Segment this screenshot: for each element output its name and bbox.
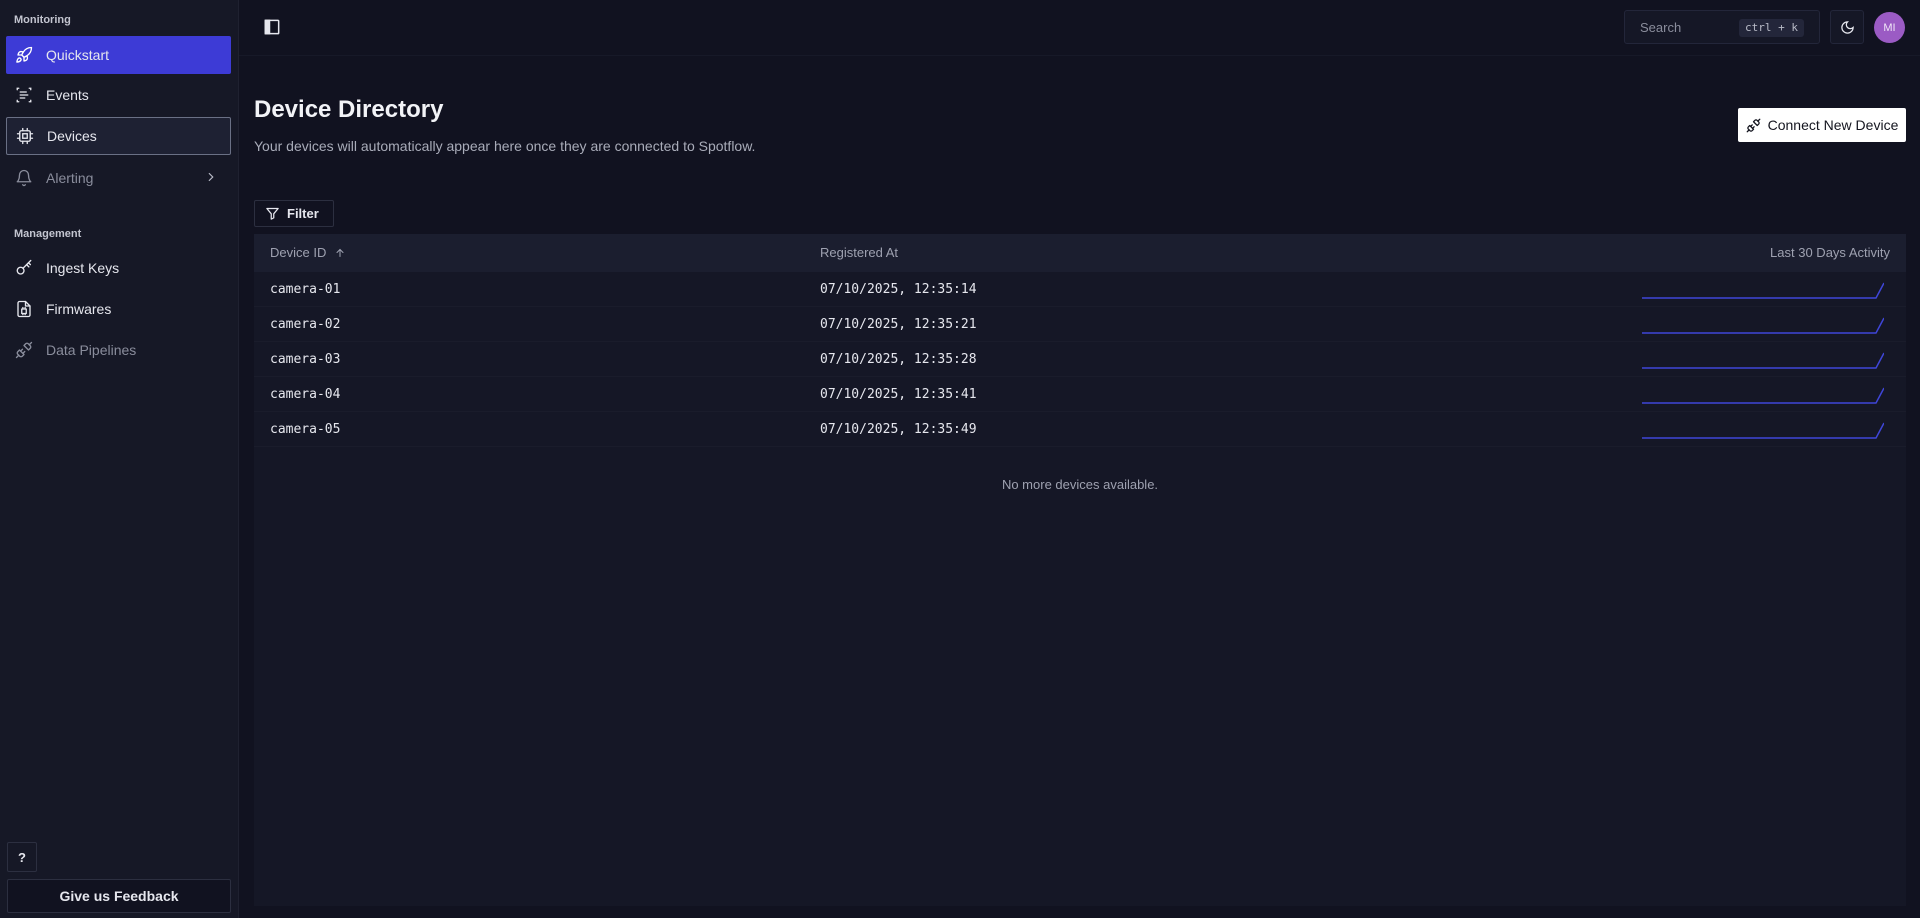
device-id-cell: camera-01	[270, 282, 341, 297]
page-title: Device Directory	[254, 96, 444, 123]
sidebar-item-alerting[interactable]: Alerting	[6, 159, 231, 197]
sidebar-item-label: Devices	[47, 128, 97, 144]
column-device-id[interactable]: Device ID	[270, 234, 346, 272]
search-shortcut: ctrl + k	[1739, 19, 1804, 37]
devices-table: Device ID Registered At Last 30 Days Act…	[254, 234, 1906, 906]
activity-sparkline	[1642, 387, 1884, 404]
sidebar-item-label: Firmwares	[46, 301, 112, 317]
sidebar-item-label: Alerting	[46, 170, 94, 186]
sidebar-item-ingest-keys[interactable]: Ingest Keys	[6, 249, 231, 287]
table-header: Device ID Registered At Last 30 Days Act…	[254, 234, 1906, 272]
avatar[interactable]: MI	[1874, 12, 1905, 43]
sidebar-toggle-icon[interactable]	[262, 17, 282, 37]
sidebar-item-data-pipelines[interactable]: Data Pipelines	[6, 331, 231, 369]
registered-at-cell: 07/10/2025, 12:35:14	[820, 282, 977, 297]
activity-sparkline	[1642, 282, 1884, 299]
help-button[interactable]: ?	[7, 842, 37, 872]
sidebar: Monitoring Quickstart Events Devices Ale…	[0, 0, 239, 918]
bell-icon	[15, 169, 33, 187]
table-row[interactable]: camera-02 07/10/2025, 12:35:21	[254, 307, 1906, 342]
table-row[interactable]: camera-04 07/10/2025, 12:35:41	[254, 377, 1906, 412]
sidebar-item-label: Quickstart	[46, 47, 110, 63]
plug-icon	[1746, 118, 1760, 132]
section-title-management: Management	[14, 228, 82, 240]
sidebar-item-quickstart[interactable]: Quickstart	[6, 36, 231, 74]
registered-at-cell: 07/10/2025, 12:35:28	[820, 352, 977, 367]
plug-icon	[15, 341, 33, 359]
table-row[interactable]: camera-03 07/10/2025, 12:35:28	[254, 342, 1906, 377]
section-title-monitoring: Monitoring	[14, 14, 71, 26]
filter-label: Filter	[287, 206, 319, 221]
theme-toggle-button[interactable]	[1830, 10, 1864, 44]
feedback-button[interactable]: Give us Feedback	[7, 879, 231, 913]
table-row[interactable]: camera-01 07/10/2025, 12:35:14	[254, 272, 1906, 307]
activity-sparkline	[1642, 317, 1884, 334]
sidebar-item-firmwares[interactable]: Firmwares	[6, 290, 231, 328]
column-registered-at[interactable]: Registered At	[820, 234, 898, 272]
activity-sparkline	[1642, 422, 1884, 439]
registered-at-cell: 07/10/2025, 12:35:41	[820, 387, 977, 402]
topbar: Search ctrl + k MI	[239, 0, 1920, 56]
main-content: Search ctrl + k MI Device Directory Your…	[239, 0, 1920, 918]
sidebar-item-devices[interactable]: Devices	[6, 117, 231, 155]
list-icon	[15, 86, 33, 104]
search-input[interactable]: Search ctrl + k	[1624, 10, 1820, 44]
sidebar-item-events[interactable]: Events	[6, 76, 231, 114]
sort-ascending-icon	[336, 248, 344, 257]
filter-icon	[266, 207, 279, 220]
registered-at-cell: 07/10/2025, 12:35:49	[820, 422, 977, 437]
device-id-cell: camera-02	[270, 317, 341, 332]
empty-message: No more devices available.	[1001, 477, 1159, 492]
filter-button[interactable]: Filter	[254, 200, 334, 227]
column-header-label: Device ID	[270, 245, 327, 260]
connect-new-device-button[interactable]: Connect New Device	[1738, 108, 1906, 142]
chevron-right-icon	[208, 172, 214, 182]
activity-sparkline	[1642, 352, 1884, 369]
device-id-cell: camera-05	[270, 422, 341, 437]
rocket-icon	[15, 46, 33, 64]
sidebar-item-label: Data Pipelines	[46, 342, 137, 358]
registered-at-cell: 07/10/2025, 12:35:21	[820, 317, 977, 332]
file-chip-icon	[15, 300, 33, 318]
search-placeholder: Search	[1640, 19, 1682, 35]
device-id-cell: camera-03	[270, 352, 341, 367]
key-icon	[15, 259, 33, 277]
page-subtitle: Your devices will automatically appear h…	[254, 138, 756, 154]
connect-button-label: Connect New Device	[1767, 117, 1899, 133]
table-row[interactable]: camera-05 07/10/2025, 12:35:49	[254, 412, 1906, 447]
moon-icon	[1840, 20, 1854, 34]
sidebar-item-label: Events	[46, 87, 89, 103]
sidebar-item-label: Ingest Keys	[46, 260, 120, 276]
device-id-cell: camera-04	[270, 387, 341, 402]
chip-icon	[16, 127, 34, 145]
column-activity[interactable]: Last 30 Days Activity	[1770, 234, 1890, 272]
